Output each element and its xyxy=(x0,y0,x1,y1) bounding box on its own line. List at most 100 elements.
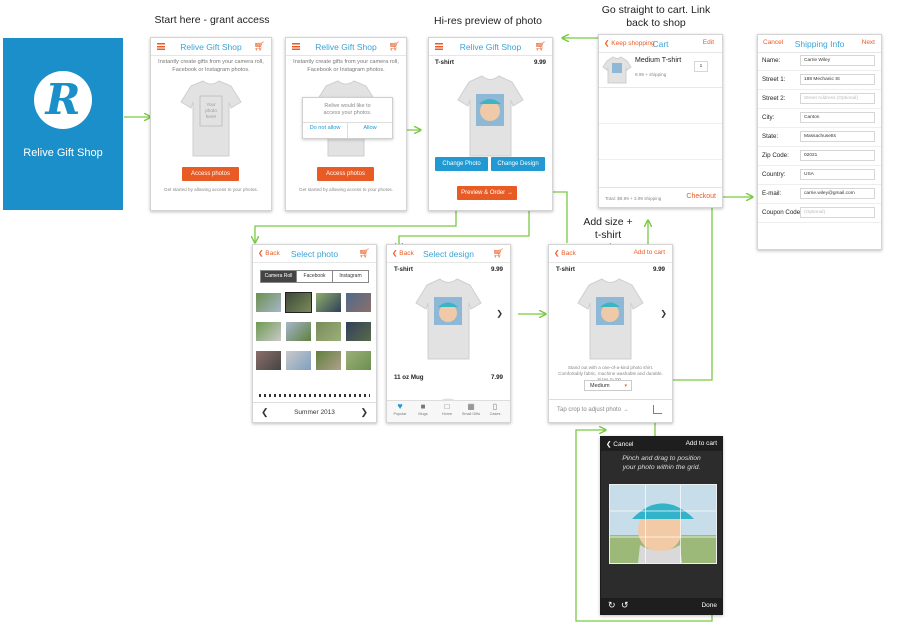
field-input[interactable]: Street Address (Optional) xyxy=(800,93,875,104)
field-label: E-mail: xyxy=(762,190,782,197)
photo-thumbnail[interactable] xyxy=(346,293,371,312)
arrow-right-icon: → xyxy=(506,190,513,196)
size-value: Medium xyxy=(590,383,610,389)
crop-hint: Tap crop to adjust photo → xyxy=(557,407,629,413)
chevron-right-icon[interactable]: ❯ xyxy=(660,309,667,318)
field-label: Street 2: xyxy=(762,95,786,102)
crop-footer: ↻ ↺ Done xyxy=(601,598,722,614)
field-input[interactable]: Canton xyxy=(800,112,875,123)
rotate-left-icon[interactable]: ↻ xyxy=(608,600,616,611)
app-icon-tile[interactable]: R Relive Gift Shop xyxy=(3,38,123,210)
nav-label: Mugs xyxy=(418,412,428,416)
field-divider xyxy=(758,89,881,90)
field-label: Coupon Code: xyxy=(762,209,802,216)
screen-shipping: Cancel Shipping Info Next Name: Carrie Wi… xyxy=(757,34,882,250)
photo-thumbnail[interactable] xyxy=(285,292,312,313)
allow-button[interactable]: Allow xyxy=(348,125,392,131)
screen-cart: ❮ Keep shopping Cart Edit Medium T-shirt… xyxy=(598,34,723,208)
screen-permission: Relive Gift Shop 🛒︎ Instantly create gif… xyxy=(285,37,407,211)
preview-order-button[interactable]: Preview & Order → xyxy=(457,186,517,200)
photo-thumbnail[interactable] xyxy=(346,351,371,370)
field-input[interactable]: carrie.wiley@gmail.com xyxy=(800,188,875,199)
field-label: Street 1: xyxy=(762,76,786,83)
crop-grid xyxy=(610,485,716,563)
annotation-cart-line1: Go straight to cart. Link xyxy=(601,4,711,16)
done-button[interactable]: Done xyxy=(701,602,717,609)
footer-text: Get started by allowing access to your p… xyxy=(299,187,393,192)
tshirt-with-photo-icon xyxy=(577,278,644,360)
field-label: Name: xyxy=(762,57,781,64)
photo-thumbnail[interactable] xyxy=(316,293,341,312)
preview-order-label: Preview & Order xyxy=(461,190,506,196)
footer-text: Get started by allowing access to your p… xyxy=(164,187,258,192)
field-input[interactable]: Carrie Wiley xyxy=(800,55,875,66)
tshirt-icon xyxy=(180,80,242,157)
cart-total: Total: $9.99 + 3.99 shipping xyxy=(605,196,662,201)
photo-thumbnail[interactable] xyxy=(286,351,311,370)
photo-thumbnail[interactable] xyxy=(346,322,371,341)
photo-thumbnail[interactable] xyxy=(256,322,281,341)
field-divider xyxy=(758,127,881,128)
photo-thumbnail[interactable] xyxy=(316,322,341,341)
nav-mugs[interactable]: ■ Mugs xyxy=(413,401,433,416)
cancel-label: Cancel xyxy=(613,441,634,448)
tshirt-with-photo-icon xyxy=(415,278,482,404)
album-name: Summer 2013 xyxy=(294,409,335,416)
header: Cancel Shipping Info Next xyxy=(758,35,881,53)
crop-bar: Tap crop to adjust photo → xyxy=(549,399,672,422)
tab-camera-roll[interactable]: Camera Roll xyxy=(261,271,296,282)
screen-start: Relive Gift Shop 🛒︎ Instantly create gif… xyxy=(150,37,272,211)
access-photos-button[interactable]: Access photos xyxy=(182,167,239,181)
field-input[interactable]: Massachusetts xyxy=(800,131,875,142)
heart-icon: ♥ xyxy=(397,401,403,411)
field-input[interactable]: (Optional) xyxy=(800,207,875,218)
change-design-button[interactable]: Change Design xyxy=(491,157,545,171)
crop-photo[interactable] xyxy=(609,484,717,564)
page-dots xyxy=(259,394,370,397)
field-divider xyxy=(758,108,881,109)
product-name: 11 oz Mug xyxy=(394,374,424,381)
photo-thumbnail[interactable] xyxy=(286,322,311,341)
cart-icon[interactable]: 🛒︎ xyxy=(359,248,370,259)
size-select[interactable]: Medium ▾ xyxy=(584,380,632,391)
field-label: Zip Code: xyxy=(762,152,789,159)
field-label: State: xyxy=(762,133,779,140)
access-photos-button[interactable]: Access photos xyxy=(317,167,374,181)
checkout-button[interactable]: Checkout xyxy=(686,193,716,200)
product-price: 7.99 xyxy=(490,374,503,381)
add-to-cart-button[interactable]: Add to cart xyxy=(686,440,717,447)
nav-small-gifts[interactable]: ▦ Small Gifts xyxy=(461,401,481,416)
photo-thumbnail[interactable] xyxy=(256,351,281,370)
nav-popular[interactable]: ♥ Popular xyxy=(390,401,410,416)
crop-hint-label: Tap crop to adjust photo xyxy=(557,407,622,413)
phone-case-icon: ▯ xyxy=(492,402,498,411)
field-label: City: xyxy=(762,114,775,121)
nav-cases[interactable]: ▯ Cases xyxy=(485,401,505,416)
app-name: Relive Gift Shop xyxy=(23,147,103,159)
crop-icon[interactable] xyxy=(653,405,662,414)
annotation-cart-line2: back to shop xyxy=(626,17,686,29)
deny-button[interactable]: Do not allow xyxy=(303,125,347,131)
tab-facebook[interactable]: Facebook xyxy=(296,271,332,282)
rotate-right-icon[interactable]: ↺ xyxy=(621,600,629,611)
next-button[interactable]: Next xyxy=(862,39,875,46)
nav-label: Cases xyxy=(489,412,501,416)
field-input[interactable]: USA xyxy=(800,169,875,180)
field-input[interactable]: 188 Mechanic St xyxy=(800,74,875,85)
cancel-button[interactable]: ❮ Cancel xyxy=(606,440,634,448)
quantity-field[interactable]: 1 xyxy=(694,61,708,72)
chevron-right-icon[interactable]: ❯ xyxy=(496,309,503,318)
photo-thumbnail[interactable] xyxy=(316,351,341,370)
screen-select-design: ❮ Back Select design 🛒︎ T-shirt 9.99 ❯ 1… xyxy=(386,244,511,423)
annotation-addsize-line2: t-shirt xyxy=(594,229,622,241)
nav-home[interactable]: □ Home xyxy=(437,401,457,416)
tab-instagram[interactable]: Instagram xyxy=(332,271,368,282)
mug-icon: ■ xyxy=(420,402,426,411)
annotation-start: Start here - grant access xyxy=(154,14,270,26)
annotation-addsize-line1: Add size + xyxy=(583,216,633,228)
photo-thumbnail[interactable] xyxy=(256,293,281,312)
chevron-right-icon[interactable]: ❯ xyxy=(360,407,368,418)
field-input[interactable]: 02021 xyxy=(800,150,875,161)
change-photo-button[interactable]: Change Photo xyxy=(435,157,488,171)
field-divider xyxy=(758,165,881,166)
